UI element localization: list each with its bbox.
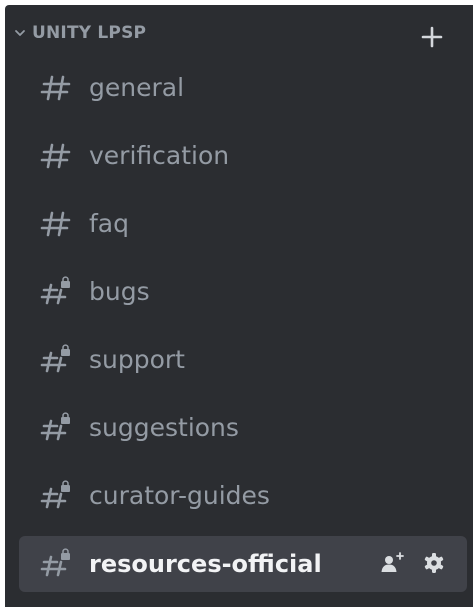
add-member-icon[interactable]	[379, 550, 405, 576]
channel-item-bugs[interactable]: bugs	[19, 264, 467, 320]
gear-icon[interactable]	[421, 550, 447, 576]
channel-item-curator-guides[interactable]: curator-guides	[19, 468, 467, 524]
text-channel-icon	[40, 143, 71, 169]
locked-text-channel-icon	[40, 276, 70, 305]
locked-text-channel-icon	[40, 548, 70, 577]
locked-text-channel-icon	[40, 480, 70, 509]
channel-name: curator-guides	[89, 481, 270, 510]
channel-sidebar: UNITY LPSP general verification faq bugs…	[5, 5, 473, 607]
chevron-down-icon[interactable]	[13, 26, 27, 40]
locked-text-channel-icon	[40, 344, 70, 373]
channel-name: resources-official	[89, 550, 322, 578]
channel-name: bugs	[89, 277, 150, 306]
plus-icon[interactable]	[418, 23, 446, 51]
channel-item-resources-official[interactable]: resources-official	[19, 536, 467, 592]
text-channel-icon	[40, 211, 71, 237]
channel-item-faq[interactable]: faq	[19, 196, 467, 252]
channel-name: verification	[89, 141, 230, 170]
locked-text-channel-icon	[40, 412, 70, 441]
channel-name: suggestions	[89, 413, 239, 442]
channel-item-suggestions[interactable]: suggestions	[19, 400, 467, 456]
channel-name: general	[89, 73, 185, 102]
category-name[interactable]: UNITY LPSP	[32, 23, 146, 43]
channel-item-general[interactable]: general	[19, 60, 467, 116]
text-channel-icon	[40, 75, 71, 101]
channel-item-verification[interactable]: verification	[19, 128, 467, 184]
channel-item-support[interactable]: support	[19, 332, 467, 388]
channel-name: faq	[89, 209, 129, 238]
category-header[interactable]: UNITY LPSP	[5, 18, 473, 54]
channel-name: support	[89, 345, 185, 374]
